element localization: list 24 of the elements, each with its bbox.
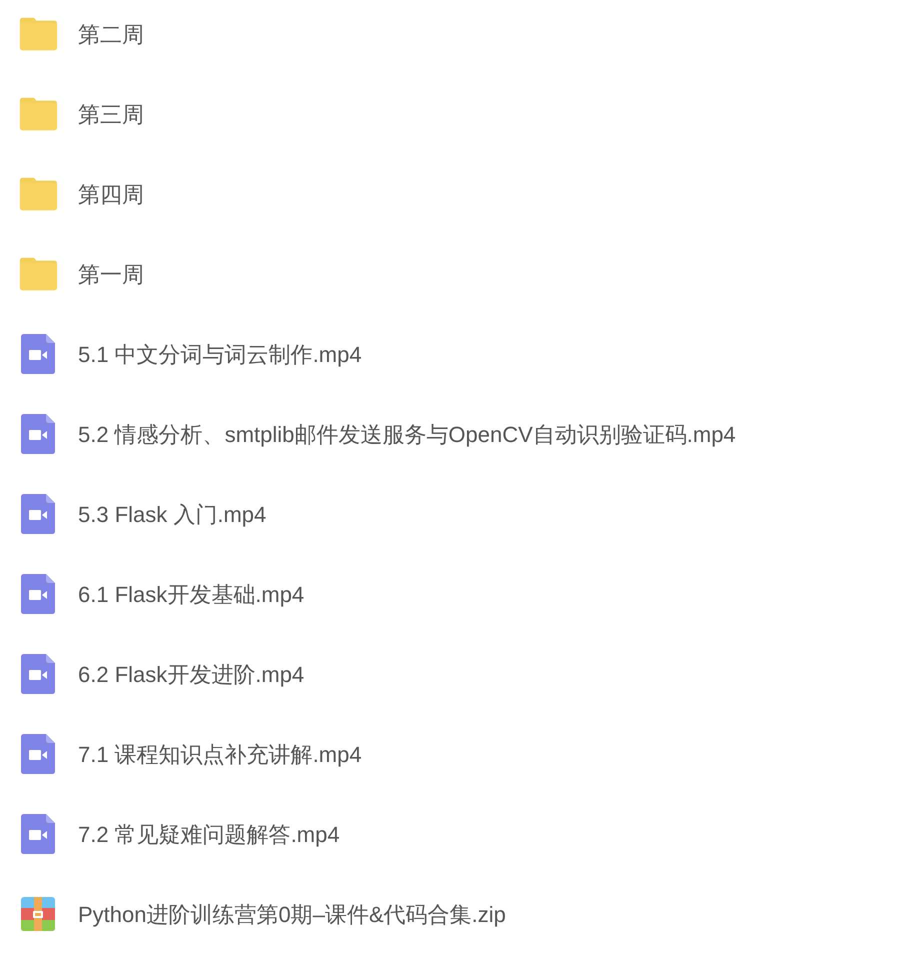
file-name[interactable]: 5.2 情感分析、smtplib邮件发送服务与OpenCV自动识别验证码.mp4 bbox=[78, 418, 736, 450]
folder-icon bbox=[18, 16, 58, 52]
video-file-icon bbox=[21, 734, 55, 774]
file-name[interactable]: 5.1 中文分词与词云制作.mp4 bbox=[78, 338, 362, 370]
video-file-icon bbox=[21, 574, 55, 614]
file-name[interactable]: 第四周 bbox=[78, 178, 144, 210]
file-name[interactable]: 6.1 Flask开发基础.mp4 bbox=[78, 578, 304, 610]
video-file-icon bbox=[21, 654, 55, 694]
file-name[interactable]: 6.2 Flask开发进阶.mp4 bbox=[78, 658, 304, 690]
video-file-icon bbox=[21, 814, 55, 854]
folder-icon bbox=[18, 176, 58, 212]
file-name[interactable]: 第三周 bbox=[78, 98, 144, 130]
file-name[interactable]: 第一周 bbox=[78, 258, 144, 290]
video-file-icon bbox=[21, 494, 55, 534]
folder-icon bbox=[18, 256, 58, 292]
folder-icon bbox=[18, 96, 58, 132]
file-name[interactable]: 5.3 Flask 入门.mp4 bbox=[78, 498, 266, 530]
file-name[interactable]: 第二周 bbox=[78, 18, 144, 50]
file-name[interactable]: 7.2 常见疑难问题解答.mp4 bbox=[78, 818, 340, 850]
archive-file-icon bbox=[21, 897, 55, 931]
file-name[interactable]: 7.1 课程知识点补充讲解.mp4 bbox=[78, 738, 362, 770]
video-file-icon bbox=[21, 334, 55, 374]
file-name[interactable]: Python进阶训练营第0期–课件&代码合集.zip bbox=[78, 898, 506, 930]
video-file-icon bbox=[21, 414, 55, 454]
